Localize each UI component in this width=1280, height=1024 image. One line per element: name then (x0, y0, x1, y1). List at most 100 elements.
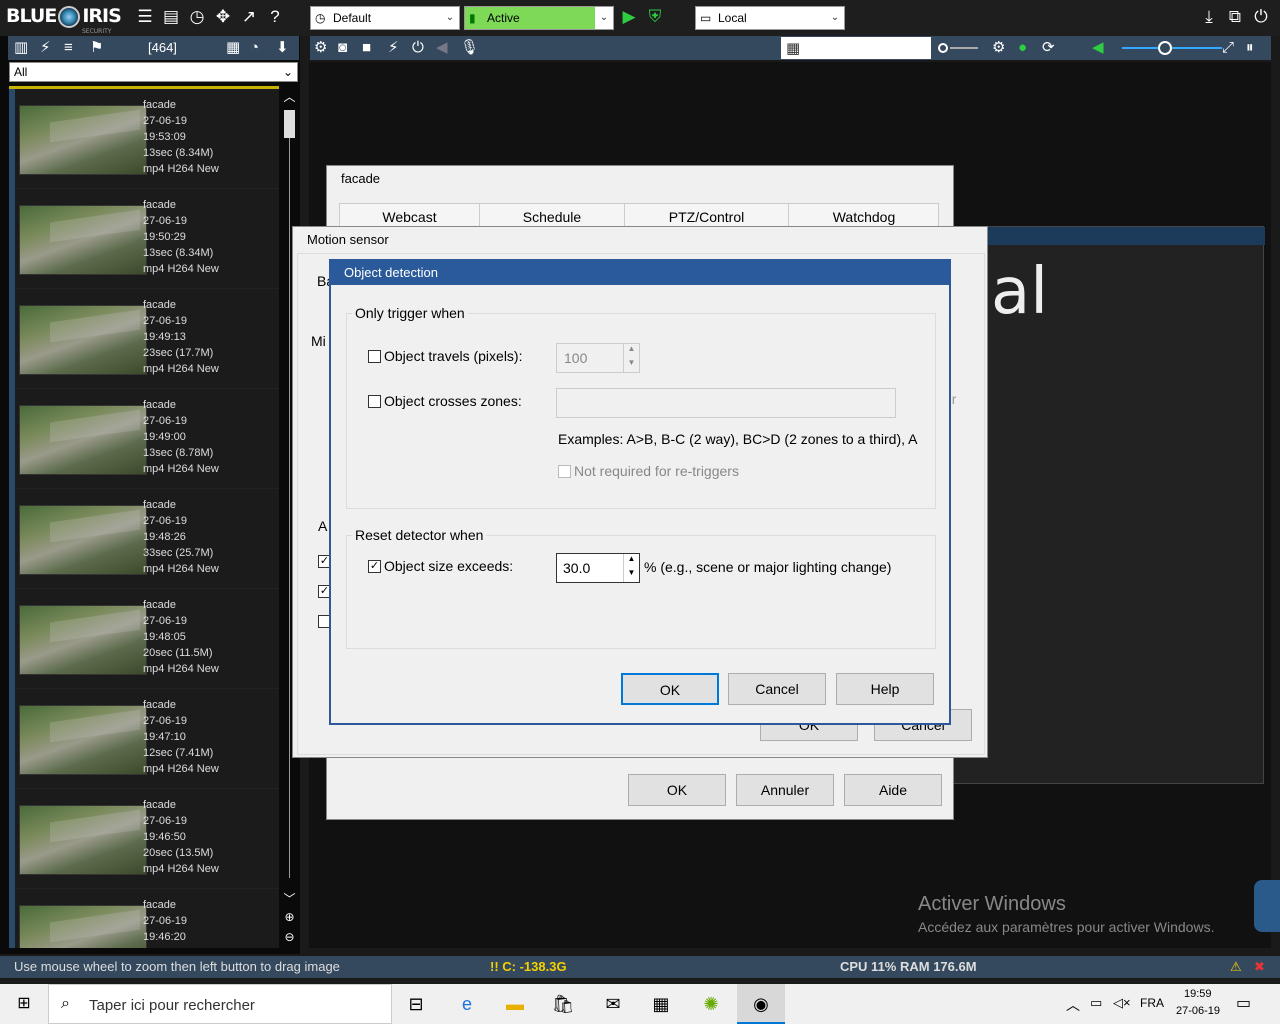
lightning-icon[interactable]: ⚡ (388, 36, 399, 60)
clip-item[interactable]: facade 27-06-19 19:49:13 23sec (17.7M) mp4 H… (9, 289, 279, 389)
clip-filter-select[interactable]: All ⌄ (9, 62, 298, 82)
clips-list-icon[interactable]: ☰ (134, 6, 156, 28)
object-crosses-checkbox[interactable] (368, 395, 381, 408)
language-indicator[interactable]: FRA (1140, 996, 1164, 1010)
object-help-button[interactable]: Help (836, 673, 934, 705)
slider-track[interactable] (950, 47, 978, 49)
app-icon[interactable]: ✺ (687, 984, 735, 1024)
task-view-icon[interactable]: ⊟ (392, 984, 440, 1024)
microphone-icon[interactable]: 🎙 (460, 36, 479, 60)
clip-item[interactable]: facade 27-06-19 19:48:05 20sec (11.5M) mp4 H… (9, 589, 279, 689)
flag-icon[interactable]: ⚑ (90, 36, 103, 60)
clip-item[interactable]: facade 27-06-19 19:46:50 20sec (13.5M) mp4 H… (9, 789, 279, 889)
clip-item[interactable]: facade 27-06-19 19:50:29 13sec (8.34M) mp4 H… (9, 189, 279, 289)
zoom-in-icon[interactable]: ⊕ (281, 910, 298, 926)
clip-time: 19:47:10 (143, 731, 186, 743)
pause-icon[interactable]: ⏸ (1246, 36, 1254, 60)
file-explorer-icon[interactable]: ▬ (491, 984, 539, 1024)
shield-icon[interactable]: ⛨ (644, 6, 666, 28)
gear-icon[interactable]: ⚙ (314, 36, 327, 60)
spin-down-icon[interactable]: ▼ (623, 568, 639, 582)
clip-item[interactable]: facade 27-06-19 19:53:09 13sec (8.34M) mp4 H… (9, 89, 279, 189)
mute-icon[interactable]: ◀ (436, 36, 448, 60)
fullscreen-icon[interactable]: ⤢ (1222, 36, 1234, 60)
server-select[interactable]: ▭ Local ⌄ (695, 6, 845, 30)
warning-icon[interactable]: ⚠ (1230, 956, 1242, 978)
clip-item[interactable]: facade 27-06-19 19:49:00 13sec (8.78M) mp4 H… (9, 389, 279, 489)
taskbar-time[interactable]: 19:59 (1184, 988, 1212, 1000)
tab-watchdog[interactable]: Watchdog (789, 204, 939, 226)
chart-icon[interactable]: ↗ (238, 6, 260, 28)
clip-item[interactable]: facade 27-06-19 19:48:26 33sec (25.7M) mp4 H… (9, 489, 279, 589)
exit-icon[interactable]: ⏻ (1250, 6, 1272, 28)
calendar-icon[interactable]: ▦ (226, 36, 240, 60)
network-icon[interactable]: ▭ (1090, 995, 1102, 1011)
spin-down-icon[interactable]: ▼ (623, 358, 639, 372)
camera-group-select[interactable]: ▦ All cameras ⌄ (781, 37, 931, 59)
edge-icon[interactable]: e (443, 984, 491, 1024)
clip-date: 27-06-19 (143, 715, 188, 727)
arrow-down-icon[interactable]: ⬇ (276, 36, 289, 60)
speaker-icon[interactable]: ◀ (1092, 36, 1104, 60)
volume-track[interactable] (1122, 47, 1222, 49)
spin-up-icon[interactable]: ▲ (623, 344, 639, 358)
tab-schedule[interactable]: Schedule (480, 204, 625, 226)
object-travels-input[interactable]: 100 ▲ ▼ (556, 343, 640, 373)
not-required-checkbox[interactable] (558, 465, 571, 478)
teamviewer-tab[interactable] (1254, 880, 1280, 932)
play-icon[interactable]: ▶ (618, 6, 640, 28)
tab-ptz-control[interactable]: PTZ/Control (625, 204, 789, 226)
clip-marker (9, 589, 15, 689)
chevron-up-icon[interactable]: ︿ (1066, 995, 1080, 1015)
app-icon[interactable]: ▦ (637, 984, 685, 1024)
volume-muted-icon[interactable]: ◁× (1113, 995, 1131, 1011)
volume-knob[interactable] (1158, 41, 1172, 55)
notifications-icon[interactable]: ▭ (1236, 993, 1251, 1013)
object-ok-button[interactable]: OK (621, 673, 719, 705)
lightning-icon[interactable]: ⚡ (40, 36, 51, 60)
scroll-thumb[interactable] (284, 110, 295, 138)
download-icon[interactable]: ⤓ (1198, 6, 1220, 28)
help-icon[interactable]: ? (264, 6, 286, 28)
mail-icon[interactable]: ✉ (589, 984, 637, 1024)
gear-icon[interactable]: ⚙ (992, 36, 1005, 60)
profile-select[interactable]: ◷ Default ⌄ (310, 6, 460, 30)
object-cancel-button[interactable]: Cancel (728, 673, 826, 705)
tab-webcast[interactable]: Webcast (340, 204, 480, 226)
schedule-status-select[interactable]: ▮ Active ⌄ (464, 6, 614, 30)
object-crosses-input[interactable] (556, 388, 896, 418)
error-icon[interactable]: ✖ (1254, 956, 1265, 978)
traffic-light-icon[interactable]: ● (1018, 36, 1027, 60)
store-icon[interactable]: 🛍 (539, 984, 587, 1024)
scroll-down-icon[interactable]: ﹀ (281, 890, 298, 906)
spin-up-icon[interactable]: ▲ (623, 554, 639, 568)
facade-ok-button[interactable]: OK (628, 774, 726, 806)
film-icon[interactable]: ▤ (160, 6, 182, 28)
move-icon[interactable]: ✥ (212, 6, 234, 28)
video-icon[interactable]: ■ (362, 36, 371, 60)
slider-knob[interactable] (938, 43, 948, 53)
object-size-input[interactable]: 30.0 ▲ ▼ (556, 553, 640, 583)
clip-item[interactable]: facade27-06-1919:46:2026sec (19.1M)mp4 H… (9, 889, 279, 948)
object-size-checkbox[interactable]: ✓ (368, 560, 381, 573)
map-icon[interactable]: ▥ (14, 36, 28, 60)
scroll-up-icon[interactable]: ︿ (281, 88, 298, 104)
camera-icon[interactable]: ◙ (338, 36, 347, 60)
taskbar-date[interactable]: 27-06-19 (1176, 1005, 1220, 1017)
filter-icon[interactable]: ◔ (250, 36, 259, 60)
clip-item[interactable]: facade 27-06-19 19:47:10 12sec (7.41M) mp4 H… (9, 689, 279, 789)
object-travels-checkbox[interactable] (368, 350, 381, 363)
list-icon[interactable]: ≡ (64, 36, 73, 60)
zoom-out-icon[interactable]: ⊖ (281, 930, 298, 946)
clock-icon[interactable]: ◷ (186, 6, 208, 28)
taskbar-search[interactable]: ⌕ Taper ici pour rechercher (48, 984, 392, 1024)
windows-start-icon[interactable]: ⊞ (0, 984, 48, 1024)
facade-help-button[interactable]: Aide (844, 774, 942, 806)
power-icon[interactable]: ⏻ (412, 36, 424, 60)
blue-iris-taskbar-icon[interactable]: ◉ (737, 984, 785, 1024)
facade-cancel-button[interactable]: Annuler (736, 774, 834, 806)
refresh-icon[interactable]: ⟳ (1042, 36, 1055, 60)
clip-time: 19:49:13 (143, 331, 186, 343)
windows-icon[interactable]: ⧉ (1224, 6, 1246, 28)
clips-list: facade 27-06-19 19:53:09 13sec (8.34M) mp4 H… (9, 86, 279, 948)
